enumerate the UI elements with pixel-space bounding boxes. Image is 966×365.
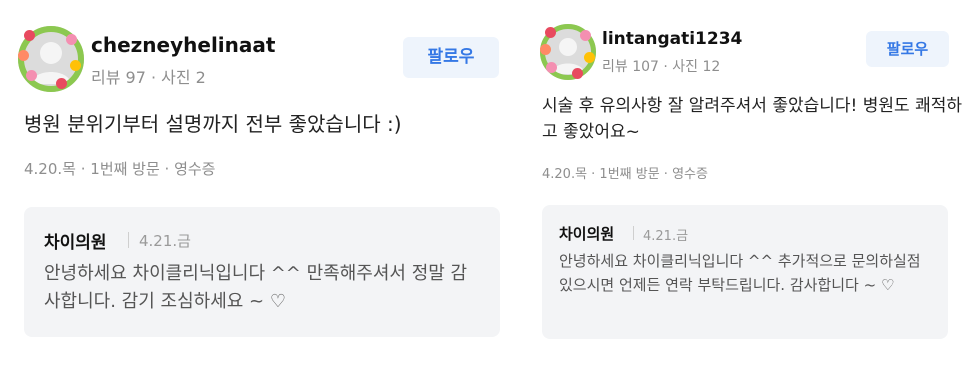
reviewer-stats: 리뷰 97 · 사진 2 (91, 68, 206, 87)
visit-info: 4.20.목 · 1번째 방문 · 영수증 (542, 167, 708, 182)
reply-text: 안녕하세요 차이클리닉입니다 ^^ 만족해주셔서 정말 감사합니다. 감기 조심… (44, 263, 468, 312)
flower-icon (540, 44, 551, 55)
review-text: 시술 후 유의사항 잘 알려주셔서 좋았습니다! 병원도 쾌적하고 좋았어요~ (542, 96, 963, 142)
flower-icon (70, 60, 81, 71)
follow-button[interactable]: 팔로우 (866, 31, 949, 67)
flower-icon (545, 27, 556, 38)
flower-icon (584, 52, 595, 63)
flower-icon (24, 30, 35, 41)
flower-icon (66, 34, 77, 45)
divider (633, 226, 634, 240)
username[interactable]: chezneyhelinaat (91, 33, 275, 57)
flower-icon (580, 30, 591, 41)
reply-date: 4.21.금 (139, 232, 191, 250)
flower-icon (26, 70, 37, 81)
flower-icon (572, 68, 583, 79)
avatar[interactable] (540, 24, 596, 80)
reply-owner-name: 차이의원 (44, 233, 107, 253)
follow-button[interactable]: 팔로우 (403, 37, 499, 78)
reply-date: 4.21.금 (643, 229, 689, 244)
visit-info: 4.20.목 · 1번째 방문 · 영수증 (24, 160, 216, 178)
owner-reply: 차이의원 4.21.금 안녕하세요 차이클리닉입니다 ^^ 추가적으로 문의하실… (542, 205, 948, 339)
reply-owner-name: 차이의원 (559, 225, 615, 243)
flower-icon (18, 50, 29, 61)
reply-text: 안녕하세요 차이클리닉입니다 ^^ 추가적으로 문의하실점 있으시면 언제든 연… (559, 252, 921, 294)
username[interactable]: lintangati1234 (602, 29, 742, 49)
owner-reply: 차이의원 4.21.금 안녕하세요 차이클리닉입니다 ^^ 만족해주셔서 정말 … (24, 207, 500, 337)
avatar[interactable] (18, 26, 84, 92)
divider (128, 232, 129, 248)
review-text: 병원 분위기부터 설명까지 전부 좋았습니다 :) (24, 112, 402, 136)
flower-icon (546, 62, 557, 73)
flower-icon (56, 78, 67, 89)
reviewer-stats: 리뷰 107 · 사진 12 (602, 59, 721, 75)
